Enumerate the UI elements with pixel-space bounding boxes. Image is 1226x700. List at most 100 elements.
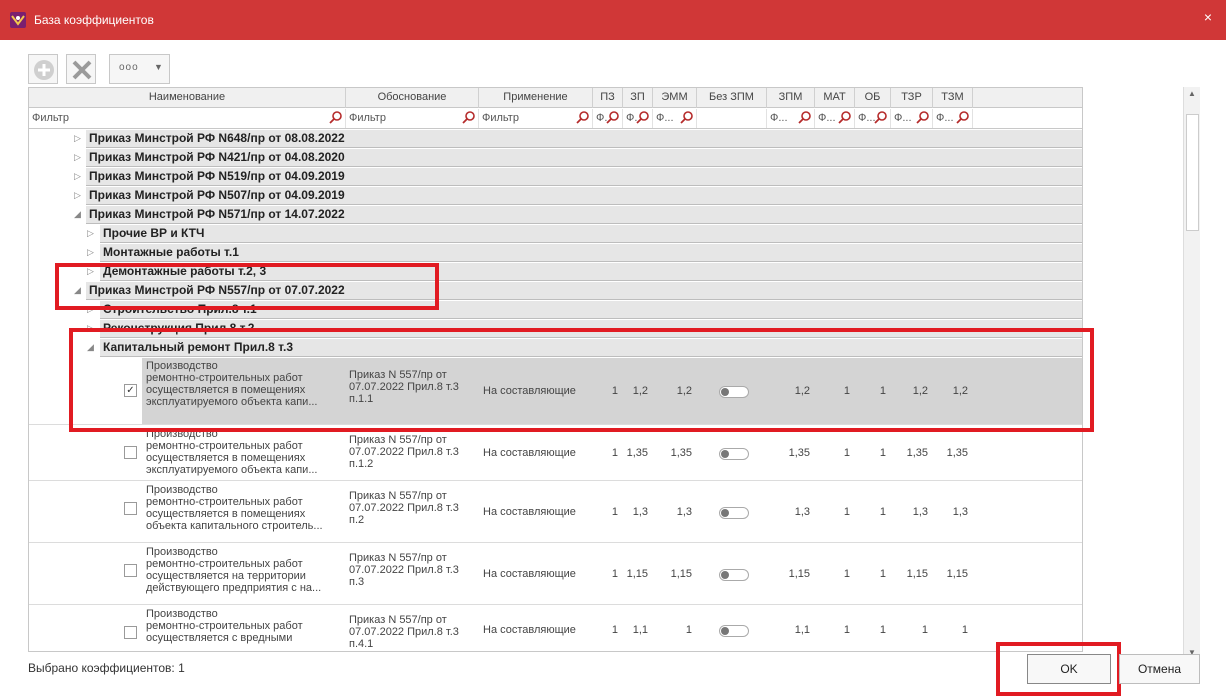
- row-basis: Приказ N 557/пр от 07.07.2022 Прил.8 т.3 п…: [349, 434, 477, 470]
- row-value: 1,3: [794, 506, 810, 518]
- col-header-zp[interactable]: ЗП: [623, 88, 653, 108]
- search-icon: [798, 111, 811, 124]
- col-header-zpm[interactable]: ЗПМ: [767, 88, 815, 108]
- row-basis-line: п.1.2: [349, 458, 374, 470]
- more-dropdown[interactable]: ooo ▼: [109, 54, 170, 84]
- group-row[interactable]: Приказ Минстрой РФ N507/пр от 04.09.2019: [86, 187, 1082, 205]
- filter-emm[interactable]: Ф...: [653, 109, 697, 128]
- search-icon: [636, 111, 649, 124]
- row-basis: Приказ N 557/пр от 07.07.2022 Прил.8 т.3 п…: [349, 614, 477, 650]
- row-basis-line: Приказ N 557/пр от: [349, 490, 447, 502]
- row-basis: Приказ N 557/пр от 07.07.2022 Прил.8 т.3 п…: [349, 552, 477, 588]
- group-row[interactable]: Приказ Минстрой РФ N519/пр от 04.09.2019: [86, 168, 1082, 186]
- filter-ob-text: Ф...: [858, 112, 876, 124]
- cancel-button[interactable]: Отмена: [1119, 654, 1200, 684]
- row-value: 1,3: [952, 506, 968, 518]
- expand-icon[interactable]: ▷: [74, 152, 81, 163]
- toggle-knob: [721, 571, 729, 579]
- row-apply: На составляющие: [483, 568, 576, 580]
- checkbox-icon[interactable]: [124, 564, 137, 577]
- group-row[interactable]: Приказ Минстрой РФ N421/пр от 04.08.2020: [86, 149, 1082, 167]
- col-header-mat[interactable]: МАТ: [815, 88, 855, 108]
- group-row[interactable]: Приказ Минстрой РФ N648/пр от 08.08.2022: [86, 130, 1082, 148]
- add-button[interactable]: [28, 54, 58, 84]
- row-name-line: объекта капитального строитель...: [146, 520, 323, 532]
- search-icon: [916, 111, 929, 124]
- vertical-scrollbar[interactable]: ▲ ▼: [1183, 87, 1200, 661]
- row-name-line: осуществляется с вредными: [146, 632, 293, 644]
- filter-tzm[interactable]: Ф...: [933, 109, 973, 128]
- expand-icon[interactable]: ▷: [87, 228, 94, 239]
- col-header-tzm[interactable]: ТЗМ: [933, 88, 973, 108]
- filter-pz[interactable]: Ф.: [593, 109, 623, 128]
- checkbox-icon[interactable]: [124, 626, 137, 639]
- group-row[interactable]: Приказ Минстрой РФ N571/пр от 14.07.2022: [86, 206, 1082, 224]
- filter-basis[interactable]: Фильтр: [346, 109, 479, 128]
- filter-apply[interactable]: Фильтр: [479, 109, 593, 128]
- filter-zpm[interactable]: Ф...: [767, 109, 815, 128]
- row-name-line: действующего предприятия с на...: [146, 582, 322, 594]
- filter-zp[interactable]: Ф.: [623, 109, 653, 128]
- scroll-thumb[interactable]: [1186, 114, 1199, 231]
- table-row[interactable]: Производство ремонтно-строительных работ о…: [29, 544, 1082, 605]
- search-icon: [838, 111, 851, 124]
- row-name: Производство ремонтно-строительных работ о…: [146, 428, 344, 476]
- table-row[interactable]: Производство ремонтно-строительных работ о…: [29, 426, 1082, 481]
- row-basis-line: п.3: [349, 576, 365, 588]
- row-value: 1: [685, 624, 692, 636]
- row-name-line: Производство: [146, 608, 218, 620]
- col-header-pz[interactable]: ПЗ: [593, 88, 623, 108]
- toggle-icon[interactable]: [719, 448, 749, 460]
- search-icon: [576, 111, 589, 124]
- table-row[interactable]: Производство ремонтно-строительных работ о…: [29, 482, 1082, 543]
- row-name: Производство ремонтно-строительных работ о…: [146, 546, 344, 594]
- filter-name[interactable]: Фильтр: [29, 109, 346, 128]
- col-header-name[interactable]: Наименование: [29, 88, 346, 108]
- filter-emm-text: Ф...: [656, 112, 674, 124]
- checkbox-icon[interactable]: [124, 502, 137, 515]
- ok-button[interactable]: OK: [1027, 654, 1111, 684]
- scroll-up-icon[interactable]: ▲: [1188, 89, 1196, 98]
- row-basis: Приказ N 557/пр от 07.07.2022 Прил.8 т.3 п…: [349, 490, 477, 526]
- app-logo-icon: [10, 12, 26, 28]
- filter-zpm-text: Ф...: [770, 112, 788, 124]
- subgroup-row[interactable]: Прочие ВР и КТЧ: [100, 225, 1082, 243]
- expand-icon[interactable]: ▷: [74, 171, 81, 182]
- row-value: 1: [843, 447, 850, 459]
- col-header-basis[interactable]: Обоснование: [346, 88, 479, 108]
- row-value: 1: [611, 568, 618, 580]
- subgroup-row[interactable]: Монтажные работы т.1: [100, 244, 1082, 262]
- expand-icon[interactable]: ▷: [74, 190, 81, 201]
- row-name: Производство ремонтно-строительных работ о…: [146, 484, 344, 532]
- row-value: 1: [843, 506, 850, 518]
- expand-icon[interactable]: ▷: [87, 247, 94, 258]
- toggle-icon[interactable]: [719, 625, 749, 637]
- col-header-emm[interactable]: ЭММ: [653, 88, 697, 108]
- row-value: 1,35: [946, 447, 968, 459]
- table-row[interactable]: Производство ремонтно-строительных работ о…: [29, 606, 1082, 651]
- filter-tzr-text: Ф...: [894, 112, 912, 124]
- row-basis-line: п.2: [349, 514, 365, 526]
- col-header-ob[interactable]: ОБ: [855, 88, 891, 108]
- expand-icon[interactable]: ▷: [74, 133, 81, 144]
- filter-basis-text: Фильтр: [349, 112, 386, 124]
- toggle-icon[interactable]: [719, 569, 749, 581]
- collapse-icon[interactable]: ◢: [74, 209, 81, 220]
- filter-mat[interactable]: Ф...: [815, 109, 855, 128]
- row-value: 1,35: [670, 447, 692, 459]
- col-header-tzr[interactable]: ТЗР: [891, 88, 933, 108]
- close-icon[interactable]: ×: [1204, 9, 1212, 25]
- filter-apply-text: Фильтр: [482, 112, 519, 124]
- delete-button[interactable]: [66, 54, 96, 84]
- add-icon: [34, 60, 54, 80]
- row-name-line: осуществляется в помещениях: [146, 508, 306, 520]
- filter-tzr[interactable]: Ф...: [891, 109, 933, 128]
- col-header-apply[interactable]: Применение: [479, 88, 593, 108]
- toggle-icon[interactable]: [719, 507, 749, 519]
- row-value: 1: [611, 447, 618, 459]
- col-header-bez-zpm[interactable]: Без ЗПМ: [697, 88, 767, 108]
- checkbox-icon[interactable]: [124, 446, 137, 459]
- filter-ob[interactable]: Ф...: [855, 109, 891, 128]
- filter-name-text: Фильтр: [32, 112, 69, 124]
- row-name-line: ремонтно-строительных работ: [146, 620, 303, 632]
